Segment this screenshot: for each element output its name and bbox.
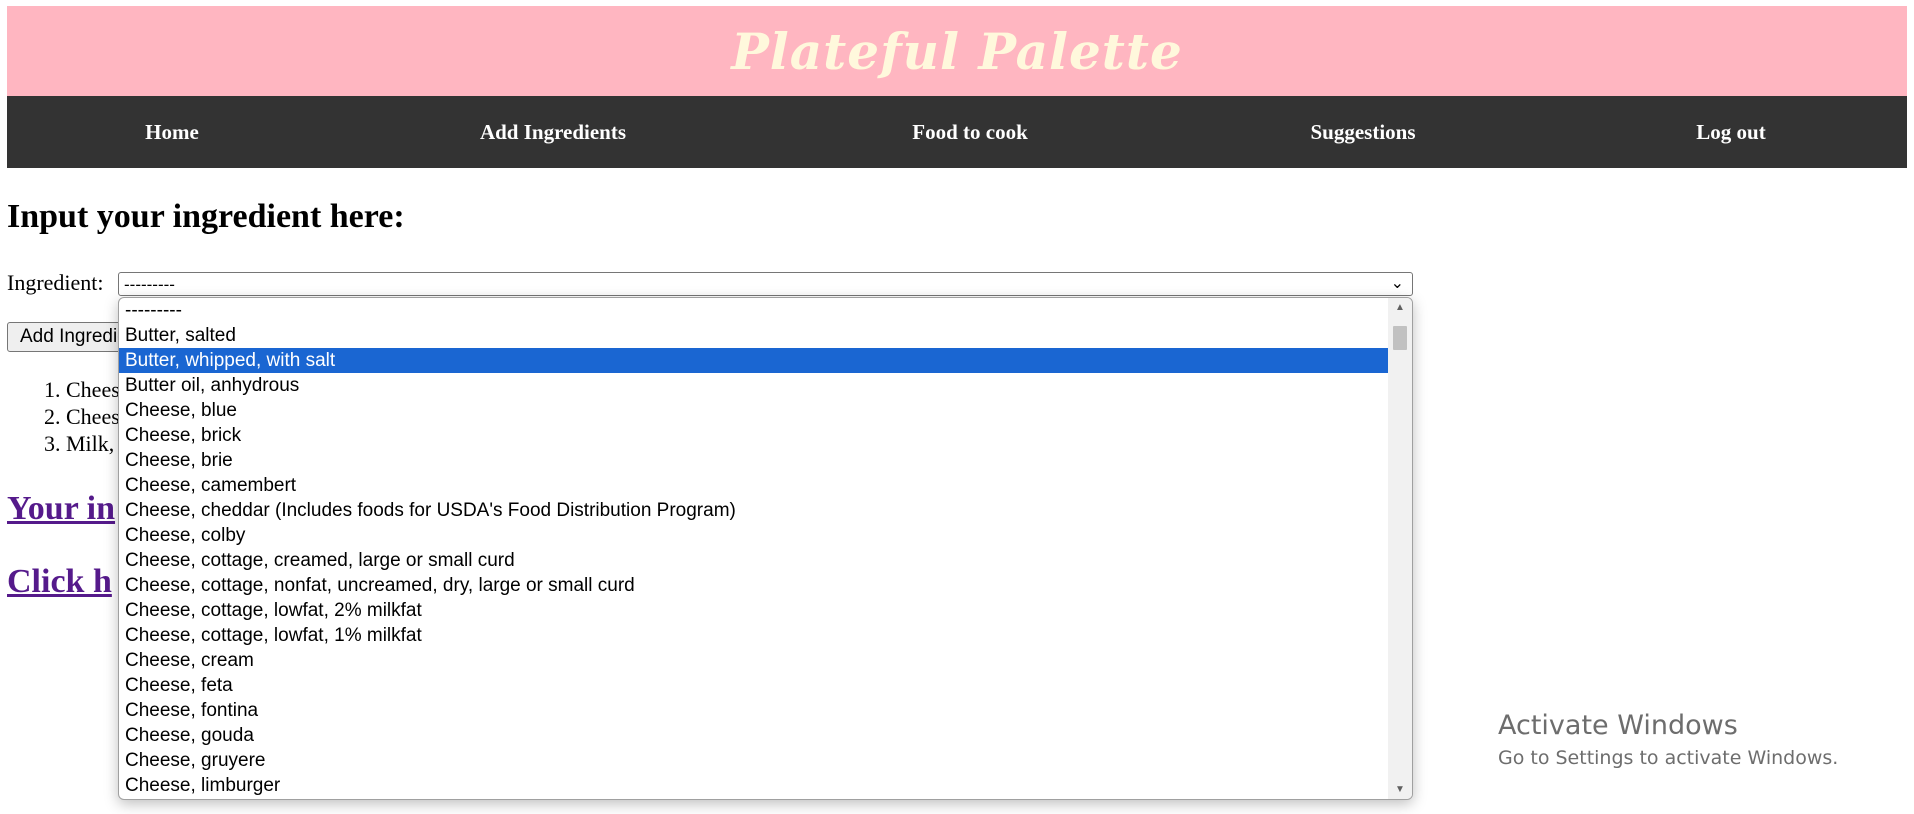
scroll-down-arrow-icon[interactable]: ▼ — [1388, 784, 1412, 795]
ingredient-select[interactable]: --------- ⌄ — [118, 272, 1413, 296]
dropdown-option[interactable]: Cheese, camembert — [119, 473, 1388, 498]
dropdown-option[interactable]: Cheese, cheddar (Includes foods for USDA… — [119, 498, 1388, 523]
dropdown-option[interactable]: Cheese, feta — [119, 673, 1388, 698]
nav-log-out[interactable]: Log out — [1696, 96, 1765, 168]
dropdown-option[interactable]: Cheese, brick — [119, 423, 1388, 448]
select-value: --------- — [124, 275, 175, 294]
site-header: Plateful Palette — [7, 6, 1907, 96]
nav-suggestions[interactable]: Suggestions — [1310, 96, 1415, 168]
watermark-title: Activate Windows — [1498, 710, 1738, 741]
dropdown-option[interactable]: Cheese, blue — [119, 398, 1388, 423]
scroll-up-arrow-icon[interactable]: ▲ — [1388, 302, 1412, 313]
windows-activation-watermark: Activate Windows Go to Settings to activ… — [1498, 710, 1838, 769]
brand-logo-text: Plateful Palette — [731, 21, 1183, 81]
dropdown-option[interactable]: Cheese, cottage, creamed, large or small… — [119, 548, 1388, 573]
dropdown-option[interactable]: Cheese, brie — [119, 448, 1388, 473]
dropdown-option-selected[interactable]: Butter, whipped, with salt — [119, 348, 1388, 373]
scrollbar-thumb[interactable] — [1393, 326, 1407, 350]
page-title: Input your ingredient here: — [7, 198, 405, 235]
dropdown-option[interactable]: Cheese, colby — [119, 523, 1388, 548]
dropdown-option[interactable]: Cheese, fontina — [119, 698, 1388, 723]
dropdown-option[interactable]: Cheese, limburger — [119, 773, 1388, 798]
dropdown-scrollbar[interactable]: ▲ ▼ — [1388, 298, 1412, 799]
dropdown-option[interactable]: Cheese, gouda — [119, 723, 1388, 748]
ingredient-dropdown-list[interactable]: --------- Butter, salted Butter, whipped… — [118, 297, 1413, 800]
main-nav: Home Add Ingredients Food to cook Sugges… — [7, 96, 1907, 168]
nav-home[interactable]: Home — [145, 96, 199, 168]
dropdown-options: --------- Butter, salted Butter, whipped… — [119, 298, 1388, 798]
dropdown-option[interactable]: --------- — [119, 298, 1388, 323]
nav-food-to-cook[interactable]: Food to cook — [912, 96, 1028, 168]
ingredient-label: Ingredient: — [7, 270, 104, 295]
dropdown-option[interactable]: Cheese, cottage, nonfat, uncreamed, dry,… — [119, 573, 1388, 598]
watermark-subtitle: Go to Settings to activate Windows. — [1498, 747, 1839, 769]
dropdown-option[interactable]: Cheese, cottage, lowfat, 2% milkfat — [119, 598, 1388, 623]
nav-add-ingredients[interactable]: Add Ingredients — [480, 96, 626, 168]
dropdown-option[interactable]: Butter oil, anhydrous — [119, 373, 1388, 398]
chevron-down-icon: ⌄ — [1390, 275, 1404, 292]
dropdown-option[interactable]: Cheese, cottage, lowfat, 1% milkfat — [119, 623, 1388, 648]
dropdown-option[interactable]: Cheese, cream — [119, 648, 1388, 673]
dropdown-option[interactable]: Cheese, gruyere — [119, 748, 1388, 773]
dropdown-option[interactable]: Butter, salted — [119, 323, 1388, 348]
